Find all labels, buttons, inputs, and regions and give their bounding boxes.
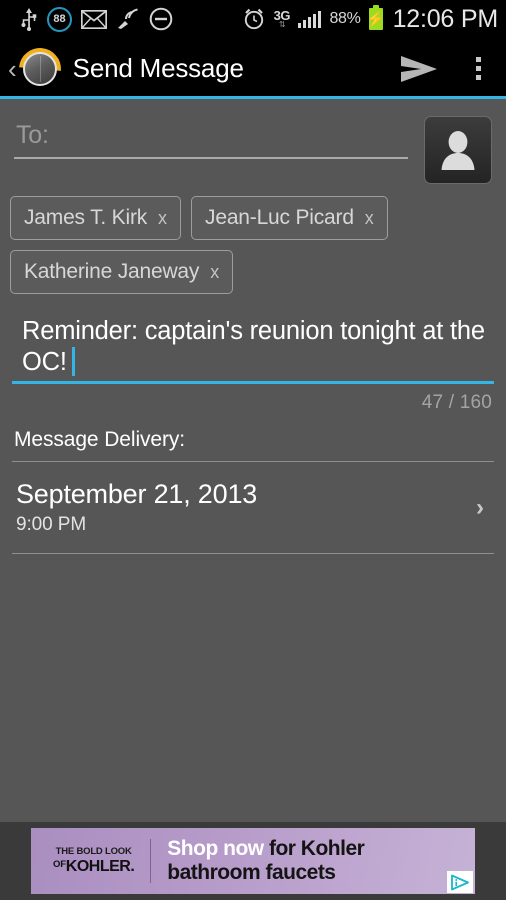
- message-delivery-section: Message Delivery: September 21, 2013 9:0…: [0, 428, 506, 555]
- recipient-chip[interactable]: Jean-Luc Picard x: [191, 196, 388, 240]
- do-not-disturb-icon: [149, 7, 173, 31]
- delivery-schedule-text: September 21, 2013 9:00 PM: [16, 479, 476, 536]
- status-bar-right-icons: 3G ⇅ 88% ⚡ 12:06 PM: [242, 0, 498, 38]
- message-text: Reminder: captain's reunion tonight at t…: [22, 317, 485, 376]
- overflow-dot: [475, 75, 481, 80]
- network-type-indicator: 3G ⇅: [274, 9, 291, 29]
- network-traffic-arrows: ⇅: [278, 20, 286, 29]
- ad-strip: THE BOLD LOOK OFKOHLER. Shop now for Koh…: [0, 822, 506, 900]
- mail-icon: [81, 9, 107, 29]
- overflow-dot: [475, 57, 481, 62]
- overflow-dot: [475, 66, 481, 71]
- overflow-menu-button[interactable]: [450, 38, 506, 99]
- person-silhouette-icon: [441, 131, 475, 170]
- divider: [12, 553, 494, 555]
- compose-form: To: James T. Kirk x Jean-Luc Picard x Ka…: [0, 102, 506, 822]
- delivery-schedule-row[interactable]: September 21, 2013 9:00 PM ›: [0, 462, 506, 553]
- send-button[interactable]: [388, 38, 450, 99]
- adchoices-button[interactable]: [447, 871, 473, 893]
- ad-banner[interactable]: THE BOLD LOOK OFKOHLER. Shop now for Koh…: [31, 828, 475, 894]
- phone-screen: 88 3G ⇅ 88% ⚡ 12:06 PM ‹ Send Message To…: [0, 0, 506, 900]
- remove-recipient-button[interactable]: x: [158, 209, 167, 227]
- send-icon: [401, 55, 437, 82]
- recipient-name: Jean-Luc Picard: [205, 206, 354, 229]
- ad-subline: bathroom faucets: [167, 861, 336, 884]
- recipient-name: Katherine Janeway: [24, 260, 200, 283]
- adchoices-icon: [451, 874, 469, 890]
- notification-count-value: 88: [53, 12, 66, 25]
- ad-headline: Shop now for Kohler: [167, 837, 364, 861]
- ad-headline-rest: for Kohler: [263, 837, 365, 861]
- recipient-chip-list: James T. Kirk x Jean-Luc Picard x Kather…: [0, 184, 506, 294]
- recipient-name: James T. Kirk: [24, 206, 148, 229]
- kohler-brand-label: KOHLER.: [65, 857, 135, 875]
- action-bar: ‹ Send Message: [0, 38, 506, 99]
- kohler-tagline: THE BOLD LOOK: [55, 846, 132, 858]
- ad-copy: Shop now for Kohler bathroom faucets: [151, 837, 364, 884]
- message-delivery-header: Message Delivery:: [14, 428, 186, 452]
- character-counter: 47 / 160: [421, 392, 492, 414]
- recipient-chip[interactable]: Katherine Janeway x: [10, 250, 234, 294]
- to-placeholder: To:: [16, 121, 49, 149]
- cell-signal-icon: [297, 10, 322, 28]
- battery-percent-label: 88%: [329, 10, 361, 27]
- chevron-right-icon: ›: [476, 493, 484, 521]
- to-row: To:: [0, 102, 506, 184]
- status-bar-clock: 12:06 PM: [392, 4, 499, 33]
- ad-headline-highlight: Shop now: [167, 837, 264, 861]
- battery-charging-icon: ⚡: [366, 5, 385, 30]
- delivery-time: 9:00 PM: [16, 514, 87, 536]
- page-title: Send Message: [72, 53, 244, 83]
- remove-recipient-button[interactable]: x: [365, 209, 374, 227]
- to-input[interactable]: To:: [14, 114, 408, 159]
- delivery-date: September 21, 2013: [16, 479, 258, 510]
- usb-icon: [21, 8, 37, 31]
- status-bar: 88 3G ⇅ 88% ⚡ 12:06 PM: [0, 0, 506, 38]
- text-cursor: [71, 346, 75, 376]
- action-bar-actions: [388, 38, 506, 99]
- recipient-chip[interactable]: James T. Kirk x: [10, 196, 182, 240]
- kohler-of-label: OF: [53, 858, 66, 870]
- kohler-wordmark: OFKOHLER.: [53, 857, 135, 875]
- kohler-logo: THE BOLD LOOK OFKOHLER.: [31, 847, 150, 875]
- to-field-wrapper: To:: [14, 114, 408, 159]
- notification-count-badge: 88: [47, 6, 72, 32]
- contact-picker-button[interactable]: [424, 116, 492, 184]
- wifi-signal-icon: [118, 8, 138, 29]
- back-button[interactable]: ‹: [0, 56, 19, 82]
- remove-recipient-button[interactable]: x: [210, 263, 219, 281]
- app-logo-icon[interactable]: [10, 38, 70, 99]
- status-bar-left-icons: 88: [0, 6, 173, 32]
- message-input[interactable]: Reminder: captain's reunion tonight at t…: [12, 316, 494, 385]
- alarm-clock-icon: [244, 8, 263, 30]
